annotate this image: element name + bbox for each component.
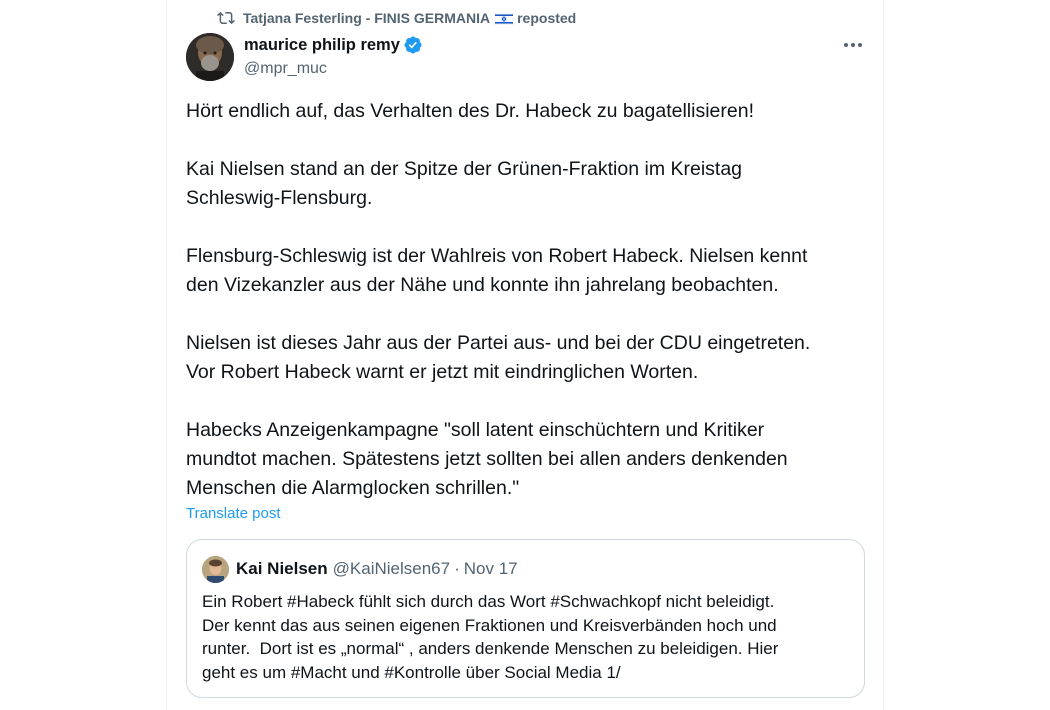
post-paragraph: Hört endlich auf, das Verhalten des Dr. … bbox=[186, 100, 754, 122]
quoted-post[interactable]: Kai Nielsen @KaiNielsen67 · Nov 17 Ein R… bbox=[186, 539, 865, 698]
verified-badge-icon[interactable] bbox=[403, 35, 423, 55]
quoted-post-text: Ein Robert #Habeck fühlt sich durch das … bbox=[202, 592, 779, 682]
post-paragraph: Nielsen ist dieses Jahr aus der Partei a… bbox=[186, 332, 811, 383]
more-icon bbox=[843, 35, 863, 53]
quoted-post-date[interactable]: Nov 17 bbox=[464, 559, 518, 579]
author-info[interactable]: maurice philip remy @mpr_muc bbox=[244, 34, 423, 78]
author-name[interactable]: maurice philip remy bbox=[244, 36, 400, 55]
separator-dot: · bbox=[454, 559, 460, 578]
repost-icon bbox=[217, 9, 235, 27]
post-card[interactable]: Tatjana Festerling - FINIS GERMANIA repo… bbox=[166, 0, 884, 710]
post-paragraph: Habecks Anzeigenkampagne "soll latent ei… bbox=[186, 419, 788, 499]
more-options-button[interactable] bbox=[841, 34, 865, 54]
israel-flag-icon bbox=[494, 12, 514, 26]
reposter-name[interactable]: Tatjana Festerling - FINIS GERMANIA bbox=[243, 10, 490, 26]
quoted-author-name[interactable]: Kai Nielsen bbox=[236, 559, 328, 579]
post-paragraph: Kai Nielsen stand an der Spitze der Grün… bbox=[186, 158, 743, 209]
translate-post-link[interactable]: Translate post bbox=[186, 505, 281, 522]
quoted-author-avatar[interactable] bbox=[202, 555, 229, 583]
repost-context: Tatjana Festerling - FINIS GERMANIA repo… bbox=[217, 8, 576, 28]
author-handle[interactable]: @mpr_muc bbox=[244, 60, 423, 78]
reposted-label: reposted bbox=[517, 10, 577, 26]
quoted-author-handle[interactable]: @KaiNielsen67 bbox=[333, 559, 450, 579]
post-text: Hört endlich auf, das Verhalten des Dr. … bbox=[186, 97, 876, 503]
author-avatar[interactable] bbox=[186, 33, 234, 81]
quoted-post-header: Kai Nielsen @KaiNielsen67 · Nov 17 bbox=[202, 555, 518, 583]
post-paragraph: Flensburg-Schleswig ist der Wahlreis von… bbox=[186, 245, 808, 296]
